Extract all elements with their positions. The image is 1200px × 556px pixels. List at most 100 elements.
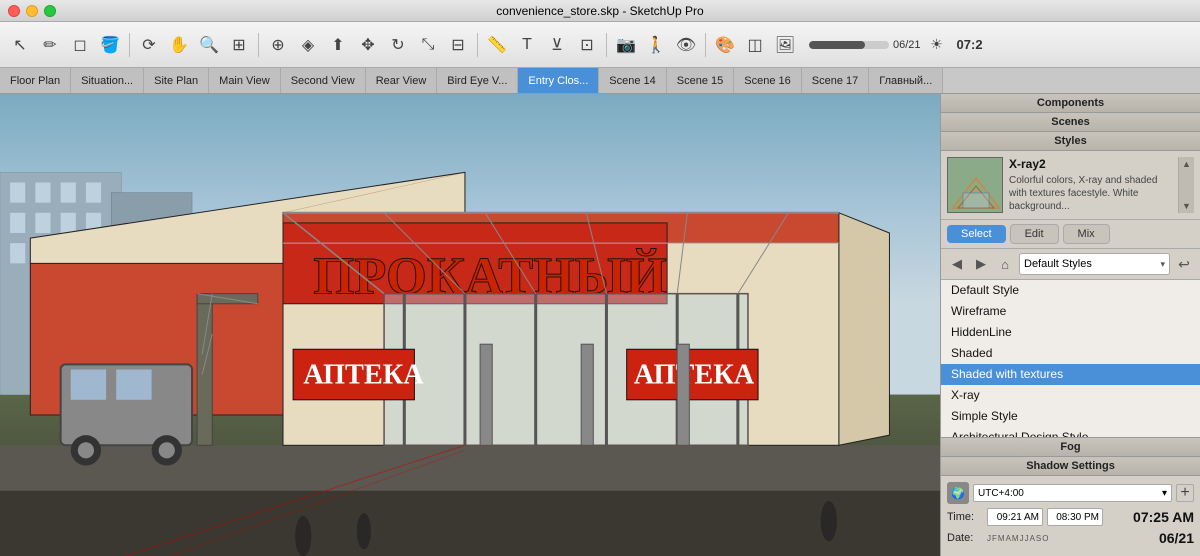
zoom-tool[interactable]: 🔍 (195, 31, 223, 59)
section-plane[interactable]: ⊡ (573, 31, 601, 59)
month-j3: J (1025, 535, 1029, 543)
scene-tab-main-ru[interactable]: Главный... (869, 68, 943, 94)
components-header[interactable]: Components (941, 94, 1200, 113)
viewport[interactable]: ПРОКАТНЫЙ АПТЕКА АПТЕКА (0, 94, 940, 556)
component-tool[interactable]: ⊕ (264, 31, 292, 59)
arrow-tool[interactable]: ↖ (6, 31, 34, 59)
timezone-row: 🌍 UTC+4:00 ▾ + (947, 482, 1194, 504)
back-nav-btn[interactable]: ◀ (947, 254, 967, 274)
scene-tab-bird-eye[interactable]: Bird Eye V... (437, 68, 518, 94)
style-desc-label: Colorful colors, X-ray and shaded with t… (1009, 174, 1172, 213)
select-tab[interactable]: Select (947, 225, 1006, 243)
maximize-button[interactable] (44, 5, 56, 17)
home-nav-btn[interactable]: ⌂ (995, 254, 1015, 274)
timeline-progress: 06/21 (809, 39, 921, 51)
scene-tab-site-plan[interactable]: Site Plan (144, 68, 209, 94)
mix-tab[interactable]: Mix (1063, 224, 1110, 244)
month-m1: M (998, 535, 1005, 543)
style-item-architectural[interactable]: Architectural Design Style (941, 427, 1200, 437)
update-style-btn[interactable]: ↩ (1174, 254, 1194, 274)
scene-tab-main-view[interactable]: Main View (209, 68, 281, 94)
erase-tool[interactable]: ◻ (66, 31, 94, 59)
month-f: F (992, 535, 997, 543)
paint-tool[interactable]: 🪣 (96, 31, 124, 59)
scene-tab-17[interactable]: Scene 17 (802, 68, 869, 94)
scale-tool[interactable]: ⤡ (414, 31, 442, 59)
separator3 (477, 33, 478, 57)
progress-bar-container (809, 41, 889, 49)
time-start-input[interactable] (987, 508, 1043, 526)
styles-nav: ◀ ▶ ⌂ Default Styles ▾ ↩ (941, 249, 1200, 280)
minimize-button[interactable] (26, 5, 38, 17)
time-current-value: 07:25 AM (1133, 509, 1194, 525)
scene-tab-floor-plan[interactable]: Floor Plan (0, 68, 71, 94)
close-button[interactable] (8, 5, 20, 17)
month-s: S (1036, 535, 1041, 543)
scene-tab-situation[interactable]: Situation... (71, 68, 144, 94)
style-item-shaded-textures[interactable]: Shaded with textures (941, 364, 1200, 385)
styles-dropdown[interactable]: Default Styles ▾ (1019, 253, 1170, 275)
style-item-simple[interactable]: Simple Style (941, 406, 1200, 427)
scene-tab-14[interactable]: Scene 14 (599, 68, 666, 94)
separator4 (606, 33, 607, 57)
edit-tab[interactable]: Edit (1010, 224, 1059, 244)
style-item-wireframe[interactable]: Wireframe (941, 301, 1200, 322)
style-info: X-ray2 Colorful colors, X-ray and shaded… (1009, 157, 1172, 213)
time-label: Time: (947, 511, 983, 523)
thumbnail-svg (948, 158, 1003, 213)
separator5 (705, 33, 706, 57)
style-item-default[interactable]: Default Style (941, 280, 1200, 301)
window-title: convenience_store.skp - SketchUp Pro (496, 4, 703, 18)
month-a2: A (1030, 535, 1035, 543)
timezone-chevron-icon: ▾ (1162, 488, 1167, 499)
pan-tool[interactable]: ✋ (165, 31, 193, 59)
zoom-extent[interactable]: ⊞ (225, 31, 253, 59)
styles-top: X-ray2 Colorful colors, X-ray and shaded… (941, 151, 1200, 220)
timezone-selector[interactable]: UTC+4:00 ▾ (973, 484, 1172, 502)
material-btn[interactable]: 🖼 (771, 31, 799, 59)
forward-nav-btn[interactable]: ▶ (971, 254, 991, 274)
fog-header[interactable]: Fog (941, 438, 1200, 457)
text-tool[interactable]: T (513, 31, 541, 59)
style-item-shaded[interactable]: Shaded (941, 343, 1200, 364)
tape-measure[interactable]: 📏 (483, 31, 511, 59)
group-tool[interactable]: ◈ (294, 31, 322, 59)
scene-tab-16[interactable]: Scene 16 (734, 68, 801, 94)
camera-position[interactable]: 📷 (612, 31, 640, 59)
walk-tool[interactable]: 🚶 (642, 31, 670, 59)
scene-tab-second-view[interactable]: Second View (281, 68, 366, 94)
style-btn[interactable]: 🎨 (711, 31, 739, 59)
date-current-value: 06/21 (1159, 530, 1194, 546)
timezone-add-btn[interactable]: + (1176, 484, 1194, 502)
scroll-up[interactable]: ▲ (1181, 159, 1192, 169)
orbit-tool[interactable]: ⟳ (135, 31, 163, 59)
layer-btn[interactable]: ◫ (741, 31, 769, 59)
panel-bottom: Fog Shadow Settings 🌍 UTC+4:00 ▾ + Time: (941, 437, 1200, 556)
separator (129, 33, 130, 57)
axes-tool[interactable]: ⊻ (543, 31, 571, 59)
scene-tab-entry-close[interactable]: Entry Clos... (518, 68, 599, 94)
move-tool[interactable]: ✥ (354, 31, 382, 59)
rotate-tool[interactable]: ↻ (384, 31, 412, 59)
style-item-xray[interactable]: X-ray (941, 385, 1200, 406)
sun-icon[interactable]: ☀ (923, 31, 951, 59)
style-item-hiddenline[interactable]: HiddenLine (941, 322, 1200, 343)
push-pull-tool[interactable]: ⬆ (324, 31, 352, 59)
scene-tab-rear-view[interactable]: Rear View (366, 68, 438, 94)
time-end-input[interactable] (1047, 508, 1103, 526)
scenes-header[interactable]: Scenes (941, 113, 1200, 132)
date-row: Date: J F M A M J J A S O 06/21 (947, 530, 1194, 546)
scene-tab-15[interactable]: Scene 15 (667, 68, 734, 94)
chevron-down-icon: ▾ (1160, 259, 1165, 270)
panel-scroll: ▲ ▼ (1178, 157, 1194, 213)
right-panel: Components Scenes Styles X-ray2 (940, 94, 1200, 556)
pencil-tool[interactable]: ✏ (36, 31, 64, 59)
look-around[interactable]: 👁 (672, 31, 700, 59)
offset-tool[interactable]: ⊟ (444, 31, 472, 59)
styles-header[interactable]: Styles (941, 132, 1200, 151)
scroll-down[interactable]: ▼ (1181, 201, 1192, 211)
style-thumbnail (947, 157, 1003, 213)
date-label: Date: (947, 532, 983, 544)
shadow-settings-header[interactable]: Shadow Settings (941, 457, 1200, 476)
dropdown-label: Default Styles (1024, 258, 1092, 270)
